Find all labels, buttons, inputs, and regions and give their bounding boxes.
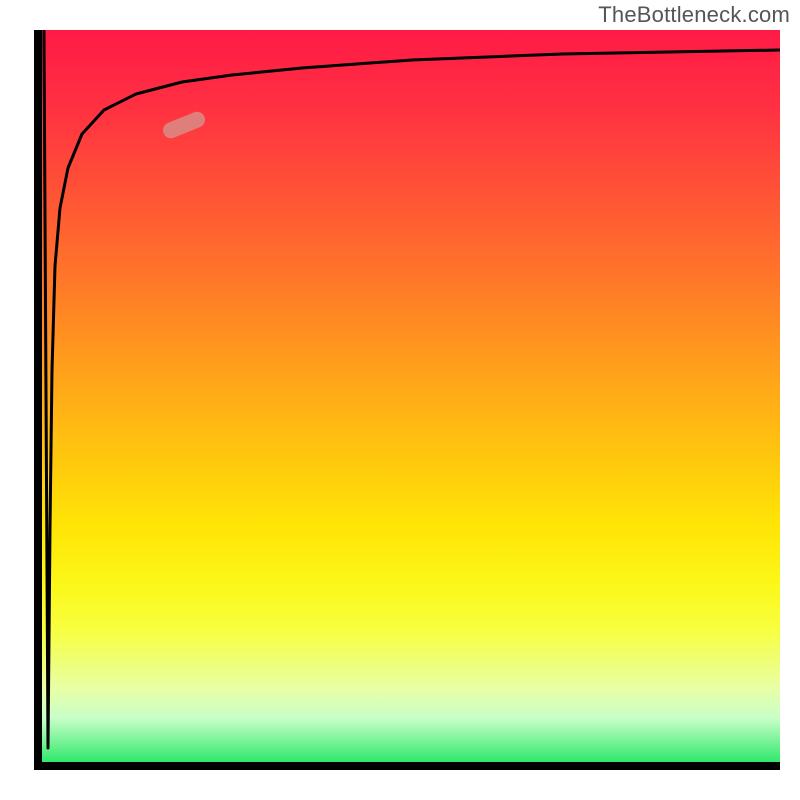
chart-container: TheBottleneck.com — [0, 0, 800, 800]
plot-frame — [34, 30, 780, 770]
bottleneck-curve — [44, 30, 780, 748]
watermark-text: TheBottleneck.com — [598, 2, 790, 28]
curve-layer — [42, 30, 780, 762]
highlight-point-marker — [161, 109, 208, 140]
